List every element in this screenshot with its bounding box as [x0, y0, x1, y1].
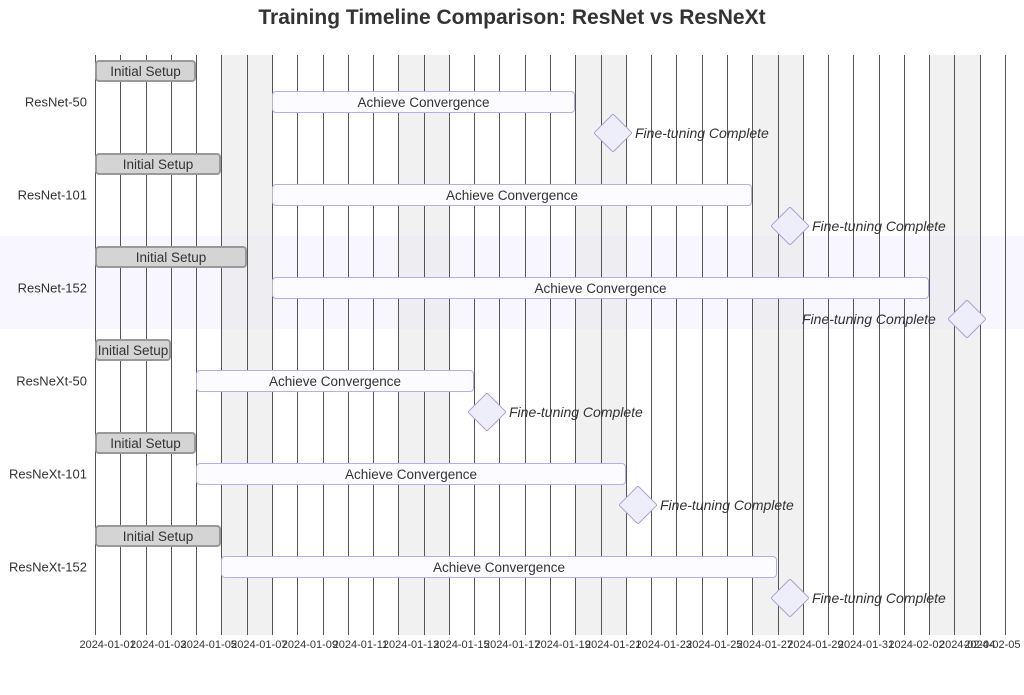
task-bar-setup: Initial Setup	[95, 246, 247, 268]
plot-area: ResNet-50 ResNet-101 ResNet-152 ResNeXt-…	[95, 55, 1005, 635]
gridline	[196, 55, 197, 635]
task-label: Initial Setup	[110, 64, 181, 79]
gridline	[297, 55, 298, 635]
gridline	[1005, 55, 1006, 635]
section-label: ResNeXt-101	[0, 467, 87, 482]
x-tick-label: 2024-01-11	[333, 639, 388, 651]
task-bar-convergence: Achieve Convergence	[272, 91, 575, 113]
gridline	[449, 55, 450, 635]
x-tick-label: 2024-01-29	[787, 639, 843, 651]
gridline	[727, 55, 728, 635]
task-bar-convergence: Achieve Convergence	[221, 556, 777, 578]
x-tick-label: 2024-01-13	[383, 639, 439, 651]
task-bar-setup: Initial Setup	[95, 339, 171, 361]
x-tick-label: 2024-01-19	[534, 639, 590, 651]
task-bar-setup: Initial Setup	[95, 525, 221, 547]
section-label: ResNet-50	[0, 95, 87, 110]
gridline	[929, 55, 930, 635]
task-label: Achieve Convergence	[433, 560, 565, 575]
gridline	[373, 55, 374, 635]
x-tick-label: 2024-02-05	[964, 639, 1020, 651]
x-tick-label: 2024-01-15	[433, 639, 489, 651]
gridline	[853, 55, 854, 635]
task-label: Initial Setup	[98, 343, 169, 358]
gridline	[778, 55, 779, 635]
task-label: Initial Setup	[136, 250, 207, 265]
milestone-label: Fine-tuning Complete	[509, 404, 643, 420]
gridline	[221, 55, 222, 635]
milestone-label: Fine-tuning Complete	[635, 125, 769, 141]
section-label: ResNeXt-152	[0, 560, 87, 575]
x-tick-label: 2024-01-25	[686, 639, 742, 651]
gridline	[499, 55, 500, 635]
x-tick-label: 2024-01-17	[484, 639, 540, 651]
task-bar-convergence: Achieve Convergence	[196, 463, 626, 485]
gridline	[904, 55, 905, 635]
task-bar-convergence: Achieve Convergence	[196, 370, 474, 392]
task-bar-convergence: Achieve Convergence	[272, 184, 752, 206]
task-label: Achieve Convergence	[345, 467, 477, 482]
chart-title: Training Timeline Comparison: ResNet vs …	[0, 6, 1024, 30]
gridline	[651, 55, 652, 635]
gridline	[272, 55, 273, 635]
x-tick-label: 2024-01-09	[282, 639, 338, 651]
milestone-label: Fine-tuning Complete	[812, 218, 946, 234]
gridline	[803, 55, 804, 635]
x-tick-label: 2024-01-03	[130, 639, 186, 651]
gridline	[752, 55, 753, 635]
x-tick-label: 2024-01-23	[636, 639, 692, 651]
task-label: Initial Setup	[123, 157, 194, 172]
milestone-diamond	[467, 392, 507, 432]
milestone-label: Fine-tuning Complete	[812, 590, 946, 606]
task-label: Initial Setup	[123, 529, 194, 544]
gridline	[626, 55, 627, 635]
gridline	[424, 55, 425, 635]
x-tick-label: 2024-02-02	[888, 639, 944, 651]
task-label: Achieve Convergence	[357, 95, 489, 110]
gridline	[828, 55, 829, 635]
gridline	[980, 55, 981, 635]
gridline	[879, 55, 880, 635]
task-label: Achieve Convergence	[534, 281, 666, 296]
gridline	[550, 55, 551, 635]
section-label: ResNeXt-50	[0, 374, 87, 389]
task-label: Achieve Convergence	[269, 374, 401, 389]
task-label: Achieve Convergence	[446, 188, 578, 203]
gridline	[954, 55, 955, 635]
gridline	[348, 55, 349, 635]
gridline	[525, 55, 526, 635]
task-label: Initial Setup	[110, 436, 181, 451]
x-tick-label: 2024-01-21	[585, 639, 641, 651]
gridline	[702, 55, 703, 635]
gridline	[474, 55, 475, 635]
gridline	[575, 55, 576, 635]
task-bar-setup: Initial Setup	[95, 153, 221, 175]
gridline	[323, 55, 324, 635]
task-bar-setup: Initial Setup	[95, 432, 196, 454]
x-tick-label: 2024-01-27	[737, 639, 793, 651]
x-tick-label: 2024-01-01	[79, 639, 135, 651]
x-tick-label: 2024-01-05	[181, 639, 237, 651]
task-bar-convergence: Achieve Convergence	[272, 277, 929, 299]
gantt-chart: Training Timeline Comparison: ResNet vs …	[0, 0, 1024, 695]
gridline	[676, 55, 677, 635]
section-label: ResNet-101	[0, 188, 87, 203]
section-label: ResNet-152	[0, 281, 87, 296]
milestone-label: Fine-tuning Complete	[660, 497, 794, 513]
x-tick-label: 2024-01-07	[231, 639, 287, 651]
x-tick-label: 2024-01-31	[838, 639, 894, 651]
task-bar-setup: Initial Setup	[95, 60, 196, 82]
gridline	[398, 55, 399, 635]
milestone-label: Fine-tuning Complete	[802, 311, 936, 327]
gridline	[247, 55, 248, 635]
